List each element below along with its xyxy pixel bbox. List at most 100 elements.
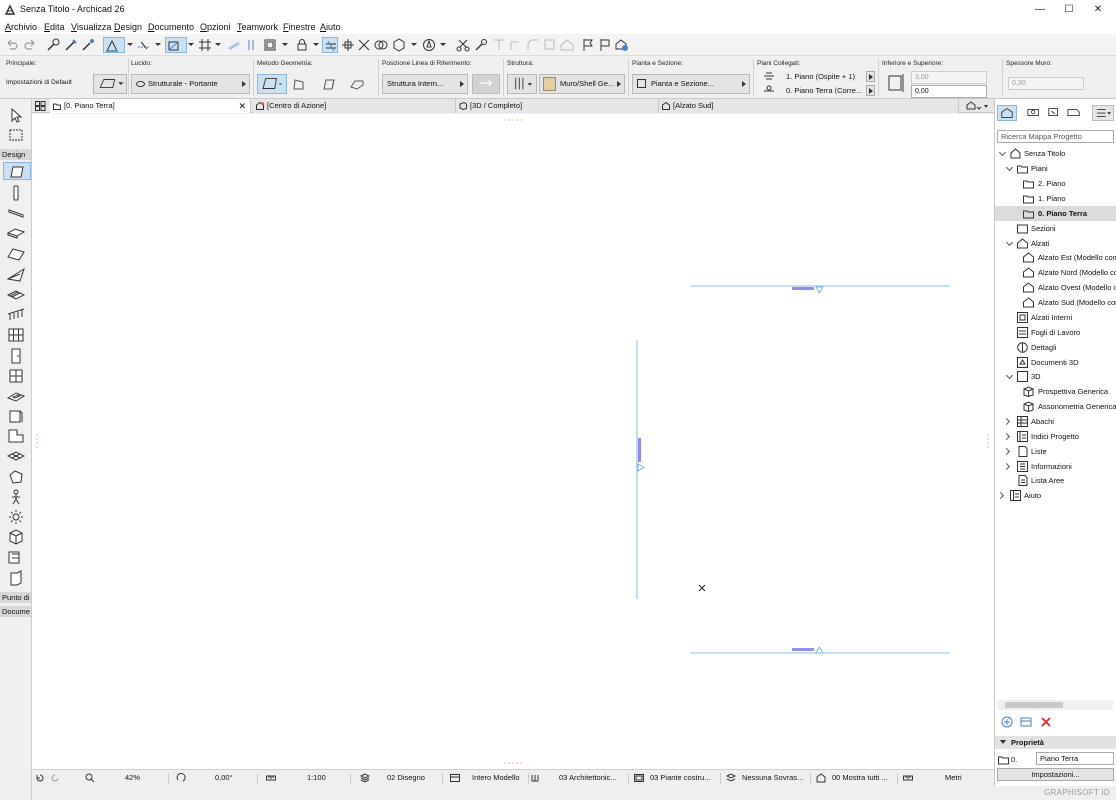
beam-tool-icon[interactable]	[7, 204, 25, 222]
layout-icon[interactable]	[597, 37, 613, 53]
undo-icon[interactable]	[4, 37, 20, 53]
toolbox-section-documento[interactable]: Docume	[0, 606, 31, 617]
menu-design[interactable]: Design	[114, 21, 142, 33]
scale-icon[interactable]	[266, 773, 276, 783]
skylight-tool-icon[interactable]	[7, 387, 25, 405]
layer-icon[interactable]	[262, 37, 278, 53]
posizione-dropdown[interactable]: Struttura Intern...	[382, 74, 468, 94]
angle-value[interactable]: 0,00°	[215, 773, 233, 782]
geometry-straight-icon[interactable]	[257, 74, 287, 94]
geometry-trapezoid-icon[interactable]	[291, 76, 307, 92]
elevate-icon[interactable]	[491, 37, 507, 53]
grid-snap-icon[interactable]	[197, 37, 213, 53]
redo-icon[interactable]	[22, 37, 38, 53]
render-dropdown-icon[interactable]	[411, 43, 417, 46]
graphic-override-icon[interactable]	[634, 773, 644, 783]
units-icon[interactable]	[903, 773, 913, 783]
tree-item-alzato-est[interactable]: Alzato Est (Modello completo)	[995, 250, 1116, 265]
tree-item-lista-aree[interactable]: Lista Aree	[995, 473, 1116, 488]
spessore-input[interactable]: 0,30	[1008, 77, 1084, 90]
menu-aiuto[interactable]: Aiuto	[320, 21, 341, 33]
units-value[interactable]: Metri	[945, 773, 962, 782]
pens-value[interactable]: 03 Piante costru...	[650, 773, 710, 782]
overrides-icon[interactable]	[726, 773, 736, 783]
tree-item-documenti-3d[interactable]: Documenti 3D	[995, 355, 1116, 370]
tab-overview-icon[interactable]	[35, 101, 46, 111]
model-view-value[interactable]: Intero Modello	[472, 773, 520, 782]
tree-item-abachi[interactable]: Abachi	[995, 414, 1116, 429]
door-tool-icon[interactable]	[7, 347, 25, 365]
wall-type-selector[interactable]	[93, 74, 127, 94]
undo-zoom-icon[interactable]	[35, 773, 45, 783]
pianta-dropdown[interactable]: Pianta e Sezione...	[632, 74, 750, 94]
curtain-wall-tool-icon[interactable]	[7, 326, 25, 344]
teamwork-icon[interactable]	[614, 37, 630, 53]
tree-item-liste[interactable]: Liste	[995, 444, 1116, 459]
collapse-icon[interactable]	[1002, 417, 1011, 426]
tree-item-2-piano[interactable]: 2. Piano	[995, 176, 1116, 191]
magic-wand-icon[interactable]	[226, 37, 242, 53]
window-tool-icon[interactable]	[7, 367, 25, 385]
navigation-dropdown-icon[interactable]	[440, 43, 446, 46]
project-map-tab-icon[interactable]	[997, 105, 1017, 121]
tree-item-aiuto[interactable]: Aiuto	[995, 488, 1116, 503]
scale-value[interactable]: 1:100	[307, 773, 326, 782]
collapse-icon[interactable]	[1002, 447, 1011, 456]
tree-item-0-piano-terra[interactable]: 0. Piano Terra	[995, 206, 1116, 221]
suspend-groups-icon[interactable]	[322, 37, 338, 53]
view-map-tab-icon[interactable]	[1025, 105, 1045, 121]
collapse-icon[interactable]	[996, 491, 1005, 500]
roof-tool-icon[interactable]	[7, 245, 25, 263]
floor-plan-canvas[interactable]	[32, 114, 994, 769]
tree-item-informazioni[interactable]: Informazioni	[995, 459, 1116, 474]
redo-zoom-icon[interactable]	[50, 773, 60, 783]
layout-book-tab-icon[interactable]	[1045, 105, 1065, 121]
properties-header[interactable]: Proprietà	[995, 736, 1116, 749]
menu-opzioni[interactable]: Opzioni	[200, 21, 231, 33]
guide-dropdown-icon[interactable]	[155, 43, 161, 46]
snap-dropdown-icon[interactable]	[188, 43, 194, 46]
layer-dropdown-icon[interactable]	[282, 43, 288, 46]
toolbox-section-design[interactable]: Design	[0, 149, 31, 160]
lock-icon[interactable]	[294, 37, 310, 53]
menu-documento[interactable]: Documento	[148, 21, 194, 33]
flip-reference-button[interactable]	[472, 74, 500, 94]
menu-edita[interactable]: Edita	[44, 21, 65, 33]
collapse-icon[interactable]	[1002, 462, 1011, 471]
arrow-tool-icon[interactable]	[7, 106, 25, 124]
tree-item-indici-progetto[interactable]: Indici Progetto	[995, 429, 1116, 444]
trim-icon[interactable]	[340, 37, 356, 53]
column-tool-icon[interactable]	[7, 184, 25, 202]
corner-window-tool-icon[interactable]	[7, 569, 25, 587]
intersect-icon[interactable]	[373, 37, 389, 53]
layer-combination-icon[interactable]	[530, 773, 540, 783]
tree-item-sezioni[interactable]: Sezioni	[995, 221, 1116, 236]
tree-item-fogli-di-lavoro[interactable]: Fogli di Lavoro	[995, 325, 1116, 340]
render-icon[interactable]	[391, 37, 407, 53]
close-icon[interactable]: ✕	[238, 99, 246, 113]
tree-item-piani[interactable]: Piani	[995, 161, 1116, 176]
project-map-search-input[interactable]: Ricerca Mappa Progetto	[997, 130, 1114, 143]
zone-tool-icon[interactable]	[7, 427, 25, 445]
tree-item-senza-titolo[interactable]: Senza Titolo	[995, 146, 1116, 161]
close-button[interactable]: ✕	[1083, 2, 1113, 18]
tree-item-alzati-interni[interactable]: Alzati Interni	[995, 310, 1116, 325]
struttura-dropdown[interactable]: Muro/Shell Ge...	[539, 74, 625, 94]
bottom-height-input[interactable]: 0,00	[911, 85, 987, 98]
menu-finestre[interactable]: Finestre	[283, 21, 316, 33]
tree-item-alzato-sud[interactable]: Alzato Sud (Modello completo)	[995, 295, 1116, 310]
guide-lines-icon[interactable]	[136, 37, 152, 53]
model-view-icon[interactable]	[450, 773, 460, 783]
maximize-button[interactable]: ☐	[1054, 2, 1084, 18]
top-height-input[interactable]: 3,00	[911, 71, 987, 84]
roof-icon[interactable]	[559, 37, 575, 53]
renovation-icon[interactable]	[816, 773, 826, 783]
tree-item-3d[interactable]: 3D	[995, 369, 1116, 384]
navigator-scrollbar[interactable]	[997, 700, 1113, 710]
expand-icon[interactable]	[1005, 238, 1014, 247]
offset-icon[interactable]	[542, 37, 558, 53]
tree-item-alzato-nord[interactable]: Alzato Nord (Modello completo)	[995, 265, 1116, 280]
gravity-icon[interactable]	[103, 37, 125, 53]
tree-item-dettagli[interactable]: Dettagli	[995, 340, 1116, 355]
settings-button[interactable]: Impostazioni...	[997, 768, 1114, 781]
